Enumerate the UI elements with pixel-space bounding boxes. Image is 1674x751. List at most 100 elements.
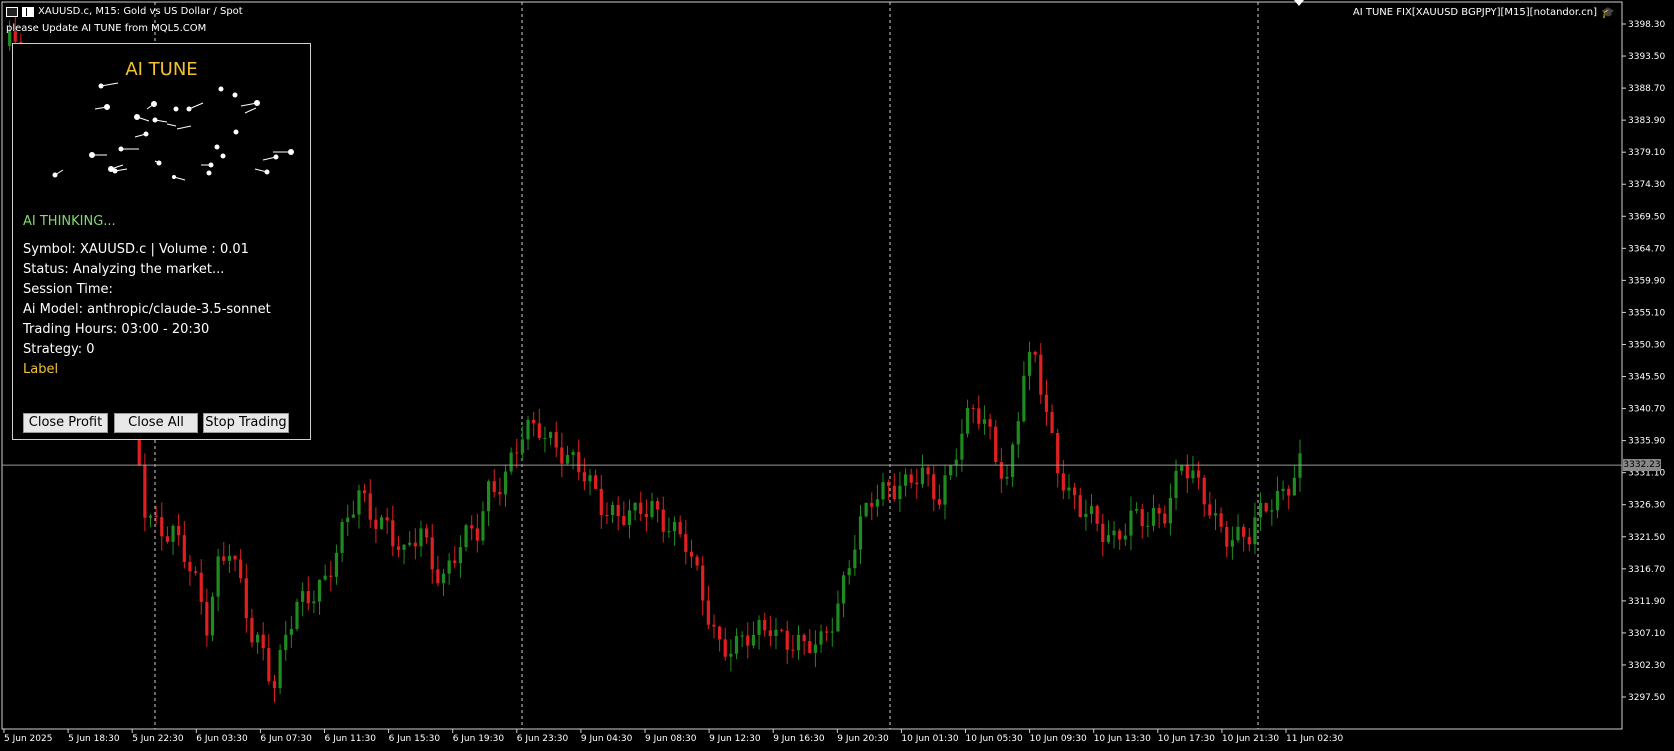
candle: [436, 555, 440, 587]
candle: [1174, 459, 1178, 510]
candle: [1292, 464, 1296, 496]
candle: [340, 518, 344, 563]
candle: [937, 484, 941, 510]
candle: [1140, 503, 1144, 539]
update-message: please Update AI TUNE from MQL5.COM: [6, 23, 207, 34]
candle: [160, 502, 164, 551]
chart-menu-icon[interactable]: [6, 6, 18, 17]
candle: [537, 408, 541, 441]
time-tick-label: 11 Jun 02:30: [1286, 734, 1343, 744]
price-tick-label: 3393.50: [1628, 52, 1665, 62]
time-tick-label: 6 Jun 15:30: [389, 734, 441, 744]
candle: [1180, 464, 1184, 476]
candle: [610, 501, 615, 524]
candle: [289, 616, 293, 648]
shift-marker-icon[interactable]: [1294, 0, 1304, 6]
candle: [678, 515, 682, 538]
candle: [627, 499, 632, 539]
candle: [853, 535, 857, 576]
candle: [408, 531, 412, 547]
session-time-line: Session Time:: [23, 282, 113, 297]
price-tick-label: 3398.30: [1628, 20, 1665, 30]
candle: [1078, 487, 1082, 518]
candle: [481, 501, 485, 545]
candle: [1089, 494, 1094, 524]
candle: [768, 615, 772, 647]
candle: [920, 454, 925, 488]
candle: [503, 464, 508, 507]
candle: [864, 502, 868, 518]
candle: [205, 588, 209, 647]
time-tick-label: 5 Jun 22:30: [132, 734, 184, 744]
candle: [182, 520, 186, 569]
candle: [1230, 526, 1234, 560]
candle: [751, 621, 756, 649]
candle: [1264, 502, 1268, 513]
candle: [419, 520, 423, 557]
candle: [272, 674, 277, 703]
candle: [227, 544, 231, 573]
candle: [650, 492, 654, 520]
price-tick-label: 3321.50: [1628, 533, 1665, 543]
chart-symbol-title: XAUUSD.c, M15: Gold vs US Dollar / Spot: [38, 6, 243, 17]
candle: [329, 561, 333, 592]
candle: [909, 468, 913, 489]
candle: [1236, 514, 1240, 543]
candle: [261, 622, 265, 661]
candle: [858, 504, 863, 564]
candle: [413, 528, 417, 560]
candle: [639, 491, 643, 521]
close-profit-button[interactable]: Close Profit: [23, 413, 108, 433]
candle: [689, 539, 694, 569]
expert-cap-icon[interactable]: 🎓: [1601, 7, 1615, 18]
candle: [706, 585, 710, 630]
candle: [644, 499, 648, 532]
price-tick-label: 3374.30: [1628, 180, 1665, 190]
price-tick-label: 3355.10: [1628, 308, 1665, 318]
candle: [453, 546, 457, 569]
candle: [785, 620, 789, 665]
time-tick-label: 6 Jun 07:30: [260, 734, 312, 744]
candle: [267, 634, 271, 685]
candle: [486, 479, 491, 526]
candle: [1123, 523, 1127, 547]
thinking-status: AI THINKING...: [23, 214, 116, 229]
candle: [982, 405, 987, 435]
close-all-button[interactable]: Close All: [114, 413, 198, 433]
price-tick-label: 3311.90: [1628, 597, 1665, 607]
candle: [588, 469, 592, 496]
candle: [1106, 520, 1111, 544]
candle: [1151, 494, 1156, 532]
time-tick-label: 9 Jun 20:30: [837, 734, 889, 744]
candle: [284, 620, 288, 661]
candle: [346, 504, 350, 536]
candle: [819, 624, 823, 653]
price-tick-label: 3326.30: [1628, 501, 1665, 511]
candle: [796, 625, 801, 660]
candle: [363, 483, 367, 503]
candle: [915, 468, 919, 499]
price-tick-label: 3302.30: [1628, 661, 1665, 671]
candle: [1287, 485, 1291, 510]
candle: [1196, 461, 1201, 490]
symbol-volume-line: Symbol: XAUUSD.c | Volume : 0.01: [23, 242, 249, 257]
time-tick-label: 9 Jun 16:30: [773, 734, 825, 744]
candle: [723, 627, 727, 661]
label-line: Label: [23, 362, 59, 377]
candle: [402, 543, 406, 565]
candle: [250, 608, 254, 648]
stop-trading-button[interactable]: Stop Trading: [203, 413, 289, 433]
candle: [396, 536, 401, 558]
candle: [239, 549, 243, 583]
candle: [780, 628, 784, 633]
time-tick-label: 6 Jun 03:30: [196, 734, 248, 744]
candle: [701, 556, 705, 616]
current-price-badge: 3332.23: [1623, 459, 1661, 472]
price-tick-label: 3359.90: [1628, 276, 1665, 286]
candle: [306, 576, 310, 611]
symbol-info-icon[interactable]: [22, 6, 34, 17]
candle: [684, 520, 688, 565]
candle: [165, 526, 170, 544]
candle: [509, 447, 513, 475]
candle: [425, 524, 429, 544]
